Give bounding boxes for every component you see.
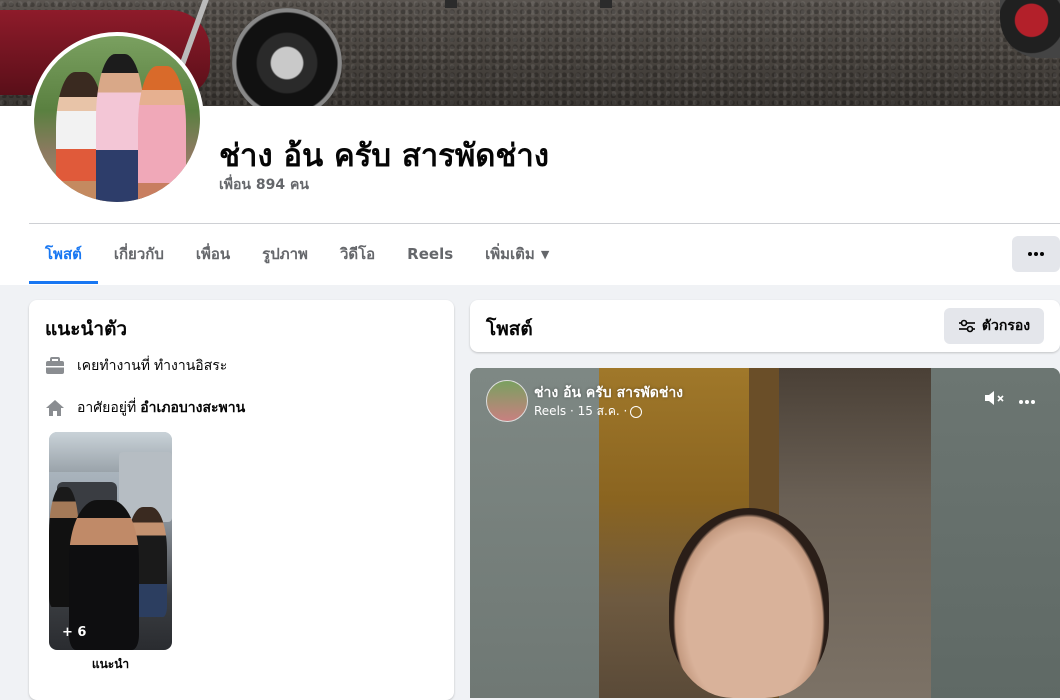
tab-about[interactable]: เกี่ยวกับ [98, 224, 180, 284]
filter-label: ตัวกรอง [981, 318, 1031, 334]
filter-icon [958, 319, 975, 333]
posts-header-card: โพสต์ ตัวกรอง [470, 300, 1060, 352]
globe-icon [630, 405, 643, 418]
reel-video-subject [669, 508, 829, 698]
tab-label: วิดีโอ [339, 245, 376, 263]
reel-meta: Reels · 15 ส.ค. · [534, 402, 643, 421]
photo-count: + 6 [62, 625, 87, 640]
reel-video[interactable] [599, 368, 931, 698]
intro-home: อาศัยอยู่ที่ อำเภอบางสะพาน [45, 397, 245, 419]
intro-title: แนะนำตัว [45, 318, 128, 340]
profile-name: ช่าง อ้น ครับ สารพัดช่าง [219, 138, 549, 174]
home-icon [45, 398, 65, 418]
tab-label: เพิ่มเติม [485, 245, 535, 263]
tab-label: รูปภาพ [262, 245, 308, 263]
briefcase-icon [45, 356, 65, 376]
mute-icon [985, 391, 1004, 405]
more-icon [1028, 252, 1044, 256]
cover-wheel [232, 8, 342, 106]
intro-work-prefix: เคยทำงานที่ [77, 358, 150, 374]
friends-count[interactable]: เพื่อน 894 คน [219, 174, 309, 196]
tab-photos[interactable]: รูปภาพ [246, 224, 324, 284]
reel-more-button[interactable] [1018, 390, 1036, 409]
intro-work: เคยทำงานที่ ทำงานอิสระ [45, 355, 227, 377]
reel-author-avatar[interactable] [486, 380, 528, 422]
mute-button[interactable] [983, 388, 1007, 412]
profile-tabs: โพสต์ เกี่ยวกับ เพื่อน รูปภาพ วิดีโอ Ree… [29, 224, 565, 284]
tab-label: เพื่อน [195, 245, 231, 263]
intro-work-value[interactable]: ทำงานอิสระ [154, 355, 227, 377]
tab-reels[interactable]: Reels [391, 224, 469, 284]
reel-meta-text[interactable]: Reels · 15 ส.ค. · [534, 402, 627, 421]
profile-avatar[interactable] [30, 32, 204, 206]
tab-posts[interactable]: โพสต์ [29, 224, 98, 284]
more-options-button[interactable] [1012, 236, 1060, 272]
tab-label: Reels [407, 245, 454, 263]
more-icon [1019, 400, 1035, 404]
tab-more[interactable]: เพิ่มเติม ▼ [469, 224, 565, 284]
reel-author-name[interactable]: ช่าง อ้น ครับ สารพัดช่าง [534, 382, 683, 404]
caret-down-icon: ▼ [540, 248, 550, 261]
tab-label: เกี่ยวกับ [113, 245, 164, 263]
featured-photo[interactable] [49, 432, 172, 650]
tab-label: โพสต์ [45, 245, 82, 263]
tab-friends[interactable]: เพื่อน [180, 224, 246, 284]
intro-home-value[interactable]: อำเภอบางสะพาน [140, 397, 245, 419]
photo-caption: แนะนำ [91, 657, 130, 671]
reel-post[interactable]: ช่าง อ้น ครับ สารพัดช่าง Reels · 15 ส.ค.… [470, 368, 1060, 698]
posts-title: โพสต์ [486, 318, 533, 340]
tab-videos[interactable]: วิดีโอ [324, 224, 391, 284]
filter-button[interactable]: ตัวกรอง [944, 308, 1044, 344]
intro-home-prefix: อาศัยอยู่ที่ [77, 400, 137, 416]
